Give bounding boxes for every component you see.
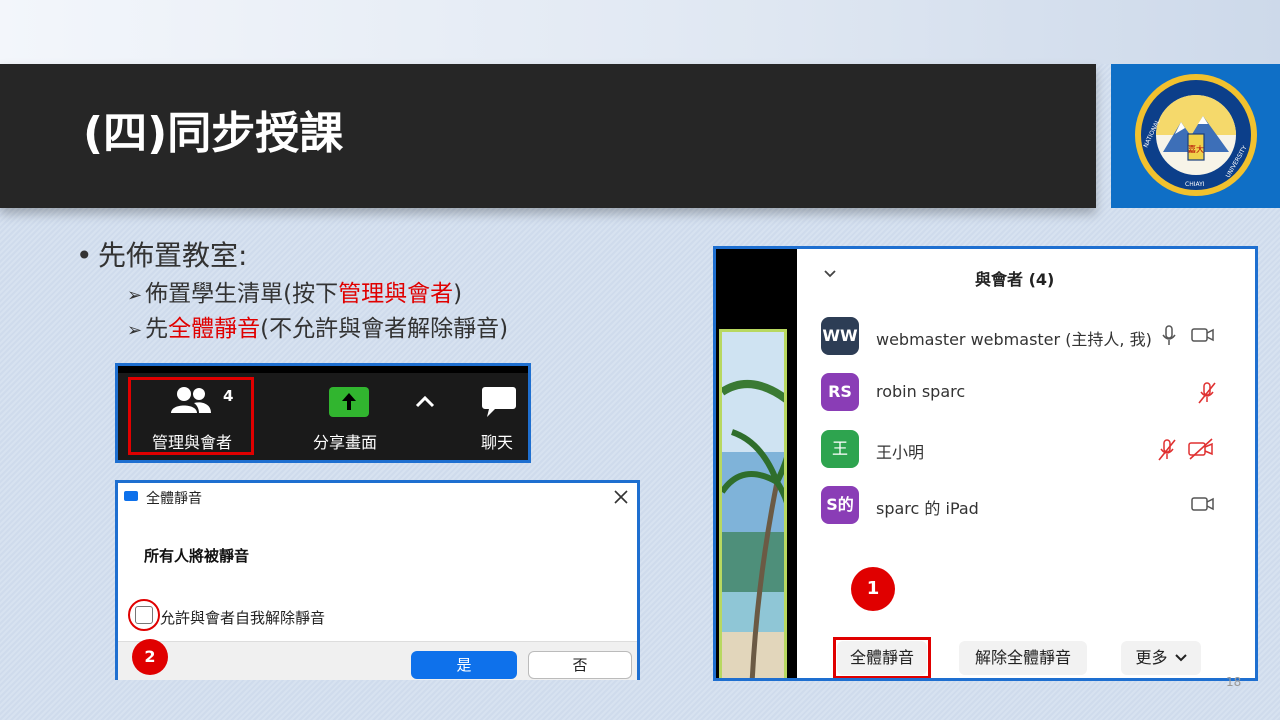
chat-icon [482,387,516,417]
main-bullet: • 先佈置教室: [76,236,247,276]
beach-photo [719,329,787,678]
yes-button[interactable]: 是 [411,651,517,679]
more-label: 更多 [1135,648,1168,667]
video-camera-icon[interactable] [1191,496,1215,512]
sub1-prefix: 佈置學生清單(按下 [145,281,339,307]
allow-unmute-label: 允許與會者自我解除靜音 [160,609,326,627]
microphone-icon[interactable] [1161,325,1177,347]
collapse-chevron-icon[interactable] [822,265,838,285]
panel-header: 與會者 (4) [975,270,1055,289]
sub-bullet-1: ➢ 佈置學生清單(按下管理與會者) [127,277,462,311]
zoom-toolbar-screenshot: 4 管理與會者 分享畫面 聊天 [115,363,531,463]
bullet-dot: • [76,239,93,272]
participant-row[interactable]: S的 sparc 的 iPad [821,486,1241,526]
participant-row[interactable]: RS robin sparc [821,373,1241,413]
participants-panel: 與會者 (4) WW webmaster webmaster (主持人, 我) … [713,246,1258,681]
video-off-icon[interactable] [1187,438,1215,460]
video-strip [716,249,797,678]
participant-name: sparc 的 iPad [876,499,979,518]
chevron-down-icon [1174,654,1187,662]
page-number: 18 [1226,675,1242,689]
toolbar-inner: 4 管理與會者 分享畫面 聊天 [118,366,528,460]
sub-bullet-2: ➢ 先全體靜音(不允許與會者解除靜音) [127,312,508,346]
sub1-highlight: 管理與會者 [338,281,454,307]
avatar: WW [821,317,859,355]
share-screen-label: 分享畫面 [313,433,378,452]
mute-all-highlight [833,637,931,678]
muted-microphone-icon[interactable] [1156,438,1178,462]
arrow-icon: ➢ [127,320,143,341]
chevron-up-icon[interactable] [412,389,438,415]
unmute-all-button[interactable]: 解除全體靜音 [959,641,1087,675]
participant-row[interactable]: 王 王小明 [821,430,1241,470]
mute-all-dialog: 全體靜音 所有人將被靜音 允許與會者自我解除靜音 是 否 2 [115,480,640,680]
share-screen-button[interactable]: 分享畫面 [298,379,398,453]
avatar: RS [821,373,859,411]
logo-text-bottom: CHIAYI [1185,181,1205,188]
step-2-badge: 2 [132,639,168,675]
share-screen-icon [329,387,369,417]
arrow-icon: ➢ [127,285,143,306]
close-icon[interactable] [611,487,631,507]
logo-seal-text: 嘉大 [1188,144,1204,154]
participant-name: webmaster webmaster (主持人, 我) [876,330,1152,349]
avatar: 王 [821,430,859,468]
participant-name: 王小明 [876,443,925,462]
sub2-suffix: (不允許與會者解除靜音) [260,316,509,342]
participant-name: robin sparc [876,382,966,401]
bullet-text: 先佈置教室: [98,239,248,272]
sub2-highlight: 全體靜音 [168,316,261,342]
avatar: S的 [821,486,859,524]
no-button[interactable]: 否 [528,651,632,679]
dialog-inner: 全體靜音 所有人將被靜音 允許與會者自我解除靜音 是 否 2 [118,483,637,680]
university-logo: 嘉大 NATIONAL CHIAYI UNIVERSITY [1111,64,1280,208]
chat-label: 聊天 [481,433,514,452]
more-button[interactable]: 更多 [1121,641,1201,675]
participants-highlight [128,377,254,455]
dialog-title: 全體靜音 [146,491,202,507]
slide-title: (四)同步授課 [83,108,344,159]
checkbox-highlight-circle [128,599,160,631]
dialog-heading: 所有人將被靜音 [144,547,250,565]
step-1-badge: 1 [851,567,895,611]
sub1-suffix: ) [453,281,463,307]
panel-inner: 與會者 (4) WW webmaster webmaster (主持人, 我) … [716,249,1255,678]
sub2-prefix: 先 [145,316,169,342]
top-background-strip [0,0,1280,64]
zoom-camera-icon [124,491,138,501]
participant-row[interactable]: WW webmaster webmaster (主持人, 我) [821,317,1241,357]
video-camera-icon[interactable] [1191,327,1215,343]
muted-microphone-icon[interactable] [1196,381,1218,405]
chat-button[interactable]: 聊天 [463,379,523,453]
